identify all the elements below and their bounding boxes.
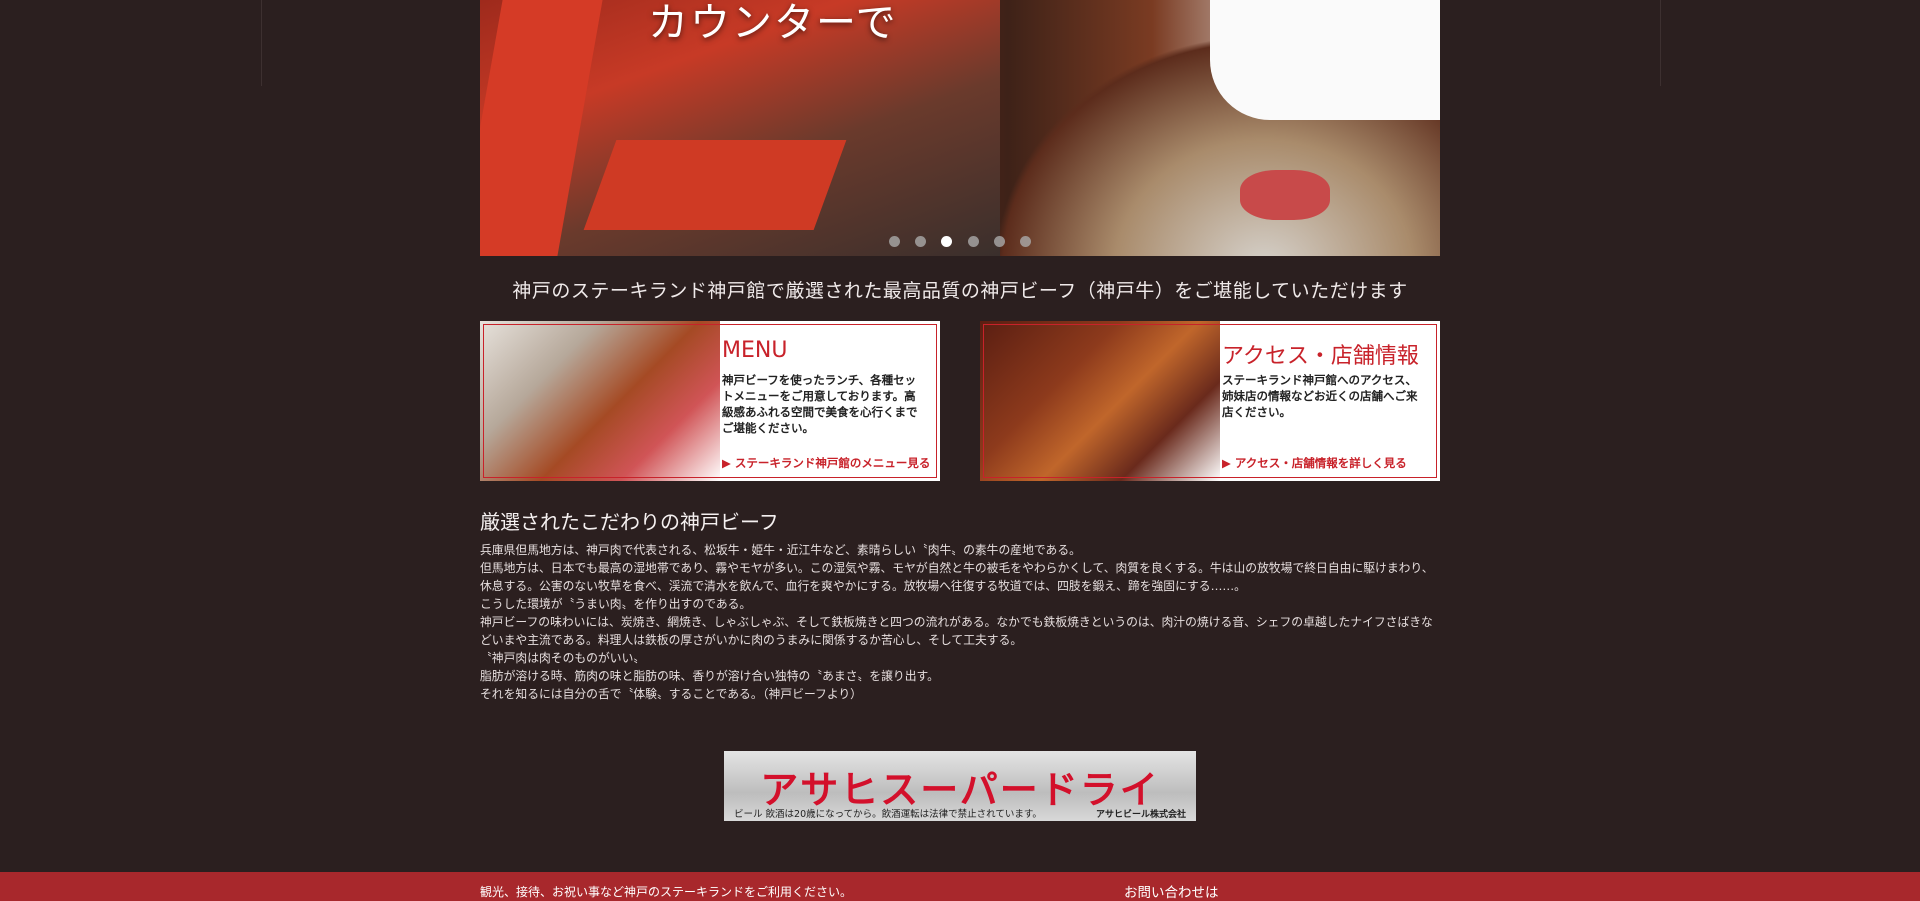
section-body: 兵庫県但馬地方は、神戸肉で代表される、松坂牛・姫牛・近江牛など、素晴らしい〝肉牛… — [480, 541, 1440, 703]
divider — [1660, 0, 1661, 86]
slider-dot-5[interactable] — [993, 236, 1005, 247]
paragraph: こうした環境が〝うまい肉〟を作り出すのである。 — [480, 597, 752, 611]
footer-bar: 観光、接待、お祝い事など神戸のステーキランドをご利用ください。 お問い合わせは — [0, 872, 1920, 901]
divider — [261, 0, 262, 86]
section-heading: 厳選されたこだわりの神戸ビーフ — [480, 510, 779, 534]
hero-caption: カウンターで — [648, 0, 898, 46]
slider-dot-4[interactable] — [967, 236, 979, 247]
paragraph: 〝神戸肉は肉そのものがいい〟 — [480, 651, 646, 665]
access-card-link[interactable]: ▶ アクセス・店舗情報を詳しく見る — [1222, 455, 1407, 471]
slider-dot-3[interactable] — [941, 236, 953, 247]
slider-dot-6[interactable] — [1019, 236, 1031, 247]
slider-dot-1[interactable] — [889, 236, 901, 247]
banner-maker: アサヒビール株式会社 — [1095, 810, 1186, 820]
hero-image-chef — [1210, 0, 1440, 120]
paragraph: 但馬地方は、日本でも最高の湿地帯であり、霧やモヤが多い。この湿気や霧、モヤが自然… — [480, 561, 1434, 593]
hero-image-carpet — [583, 140, 847, 230]
hero-slider[interactable]: カウンターで — [480, 0, 1440, 256]
asahi-banner[interactable]: アサヒスーパードライ ビール 飲酒は20歳になってから。飲酒運転は法律で禁止され… — [724, 751, 1196, 821]
paragraph: 神戸ビーフの味わいには、炭焼き、網焼き、しゃぶしゃぶ、そして鉄板焼きと四つの流れ… — [480, 615, 1433, 647]
footer-contact-heading: お問い合わせは — [1124, 885, 1219, 901]
lead-text: 神戸のステーキランド神戸館で厳選された最高品質の神戸ビーフ（神戸牛）をご堪能して… — [512, 280, 1408, 302]
access-card-description: ステーキランド神戸館へのアクセス、姉妹店の情報などお近くの店舗へご来店ください。 — [1222, 373, 1418, 419]
paragraph: 脂肪が溶ける時、筋肉の味と脂肪の味、香りが溶け合い独特の〝あまさ〟を譲り出す。 — [480, 669, 939, 683]
menu-card-description: 神戸ビーフを使ったランチ、各種セットメニューをご用意しております。高級感あふれる… — [722, 373, 918, 435]
hero-image-steak — [1240, 170, 1330, 220]
slider-dot-2[interactable] — [915, 236, 927, 247]
menu-card-link[interactable]: ▶ ステーキランド神戸館のメニュー見る — [722, 455, 930, 471]
menu-card-title: MENU — [722, 338, 788, 363]
access-card-title: アクセス・店舗情報 — [1222, 344, 1419, 369]
access-card[interactable]: アクセス・店舗情報 ステーキランド神戸館へのアクセス、姉妹店の情報などお近くの店… — [980, 321, 1440, 481]
footer-text: 観光、接待、お祝い事など神戸のステーキランドをご利用ください。 — [480, 885, 853, 899]
paragraph: 兵庫県但馬地方は、神戸肉で代表される、松坂牛・姫牛・近江牛など、素晴らしい〝肉牛… — [480, 543, 1081, 557]
menu-card[interactable]: MENU 神戸ビーフを使ったランチ、各種セットメニューをご用意しております。高級… — [480, 321, 940, 481]
paragraph: それを知るには自分の舌で〝体験〟することである。（神戸ビーフより） — [480, 687, 862, 701]
banner-warning: ビール 飲酒は20歳になってから。飲酒運転は法律で禁止されています。 — [734, 809, 1042, 820]
slider-dots — [480, 232, 1440, 251]
